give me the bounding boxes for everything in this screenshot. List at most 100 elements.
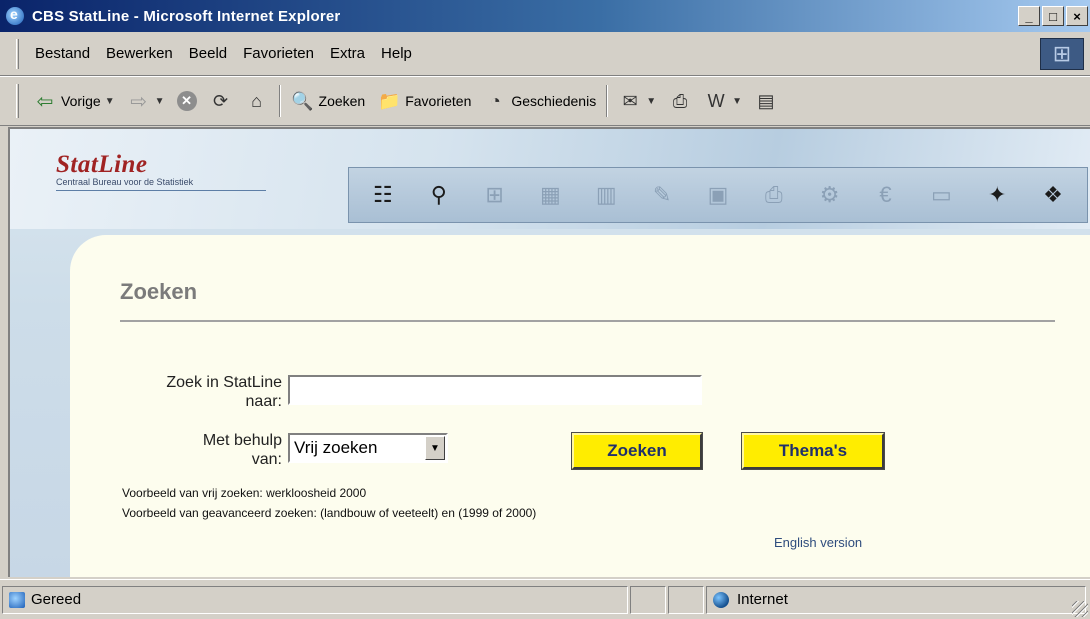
history-toolbar-button[interactable]: ◔ Geschiedenis — [477, 83, 602, 119]
zoeken-button[interactable]: Zoeken — [571, 432, 703, 470]
status-cell-empty-2 — [668, 585, 704, 614]
back-dropdown-icon[interactable]: ▼ — [105, 96, 115, 107]
menu-bewerken[interactable]: Bewerken — [98, 45, 181, 62]
back-button[interactable]: ⇦ Vorige ▼ — [27, 83, 121, 119]
history-icon: ◔ — [489, 90, 501, 111]
search-icon: 🔍 — [291, 90, 314, 111]
search-method-select[interactable]: Vrij zoeken ▼ — [288, 433, 448, 463]
stop-button[interactable]: ✕ — [171, 83, 203, 119]
menu-help[interactable]: Help — [373, 45, 420, 62]
menu-bar: Bestand Bewerken Beeld Favorieten Extra … — [0, 32, 1090, 76]
currency-icon[interactable]: € — [869, 178, 903, 212]
status-text: Gereed — [31, 591, 82, 608]
stop-icon: ✕ — [176, 91, 197, 111]
menu-extra[interactable]: Extra — [322, 45, 373, 62]
toolbar-separator-2 — [606, 85, 609, 117]
word-icon: W — [707, 90, 725, 111]
map-icon[interactable]: ✎ — [645, 178, 679, 212]
search-label: Zoek in StatLine naar: — [122, 373, 282, 411]
search-toolbar-button[interactable]: 🔍 Zoeken — [285, 83, 372, 119]
toolbar-separator — [278, 85, 281, 117]
properties-icon[interactable]: ⚙ — [813, 178, 847, 212]
edit-word-button[interactable]: W ▼ — [698, 83, 748, 119]
security-zone-cell: Internet — [706, 585, 1086, 614]
english-version-link[interactable]: English version — [774, 535, 862, 550]
search-label-line1: Zoek in StatLine — [166, 374, 282, 391]
search-input[interactable] — [288, 375, 702, 405]
method-label: Met behulp van: — [122, 431, 282, 469]
mail-button[interactable]: ✉ ▼ — [612, 83, 662, 119]
edit-dropdown-icon[interactable]: ▼ — [732, 96, 742, 107]
refresh-button[interactable]: ⟳ — [203, 83, 239, 119]
table-of-contents-icon[interactable]: ☷ — [366, 178, 400, 212]
forward-dropdown-icon[interactable]: ▼ — [155, 96, 165, 107]
save-icon[interactable]: ▣ — [701, 178, 735, 212]
menu-beeld[interactable]: Beeld — [181, 45, 235, 62]
search-toolbar-label: Zoeken — [318, 93, 366, 109]
statline-brand: StatLine — [56, 151, 148, 178]
favorites-toolbar-label: Favorieten — [405, 93, 472, 109]
window-title-bar[interactable]: CBS StatLine - Microsoft Internet Explor… — [0, 0, 1090, 32]
ie-throbber-logo-icon: ⊞ — [1040, 38, 1084, 70]
print-button[interactable]: ⎙ — [662, 83, 698, 119]
mail-icon: ✉ — [622, 90, 638, 111]
page-status-icon — [9, 591, 25, 608]
logo-underline — [56, 190, 266, 191]
mail-dropdown-icon[interactable]: ▼ — [646, 96, 656, 107]
web-content: StatLine Centraal Bureau voor de Statist… — [8, 127, 1090, 577]
search-label-line2: naar: — [245, 393, 282, 410]
method-label-line2: van: — [251, 451, 282, 468]
maximize-button[interactable]: □ — [1042, 6, 1064, 26]
home-button[interactable]: ⌂ — [239, 83, 275, 119]
title-divider — [120, 320, 1055, 322]
navigation-toolbar: ⇦ Vorige ▼ ⇨ ▼ ✕ ⟳ ⌂ 🔍 Zoeken 📁 Favoriet… — [0, 76, 1090, 126]
favorites-folder-icon: 📁 — [378, 90, 401, 111]
example-free-search: Voorbeeld van vrij zoeken: werkloosheid … — [122, 486, 367, 500]
zone-label: Internet — [737, 591, 788, 608]
folder-icon[interactable]: ▭ — [924, 178, 958, 212]
menu-favorieten[interactable]: Favorieten — [235, 45, 322, 62]
menu-grip[interactable] — [16, 38, 19, 69]
globe-icon — [713, 591, 729, 608]
statline-icon-bar: ☷ ⚲ ⊞ ▦ ▥ ✎ ▣ ⎙ ⚙ € ▭ ✦ ❖ — [348, 167, 1088, 223]
discuss-button[interactable]: ▤ — [748, 83, 784, 119]
printer-icon: ⎙ — [672, 90, 688, 111]
tree-selection-icon[interactable]: ⊞ — [478, 178, 512, 212]
refresh-icon: ⟳ — [212, 90, 229, 111]
status-cell-empty-1 — [630, 585, 666, 614]
status-bar: Gereed Internet — [0, 579, 1090, 619]
table-view-icon[interactable]: ▦ — [533, 178, 567, 212]
ie-app-icon — [6, 6, 24, 25]
back-arrow-icon: ⇦ — [36, 90, 54, 113]
print-icon[interactable]: ⎙ — [757, 178, 791, 212]
help-book-icon[interactable]: ❖ — [1036, 178, 1070, 212]
tools-icon[interactable]: ✦ — [980, 178, 1014, 212]
search-method-value: Vrij zoeken — [294, 438, 378, 457]
back-label: Vorige — [61, 93, 101, 109]
forward-arrow-icon: ⇨ — [130, 90, 147, 113]
search-panel: Zoeken Zoek in StatLine naar: Met behulp… — [70, 235, 1090, 577]
window-controls: _ □ × — [1018, 6, 1088, 26]
statline-banner: StatLine Centraal Bureau voor de Statist… — [10, 129, 1090, 229]
statline-logo[interactable]: StatLine Centraal Bureau voor de Statist… — [56, 151, 266, 191]
minimize-button[interactable]: _ — [1018, 6, 1040, 26]
menu-bestand[interactable]: Bestand — [27, 45, 98, 62]
status-text-cell: Gereed — [2, 585, 628, 614]
example-advanced-search: Voorbeeld van geavanceerd zoeken: (landb… — [122, 506, 537, 520]
method-label-line1: Met behulp — [202, 432, 282, 449]
favorites-toolbar-button[interactable]: 📁 Favorieten — [371, 83, 477, 119]
statline-subtitle: Centraal Bureau voor de Statistiek — [56, 177, 194, 187]
chart-view-icon[interactable]: ▥ — [589, 178, 623, 212]
history-toolbar-label: Geschiedenis — [511, 93, 597, 109]
themas-button[interactable]: Thema's — [741, 432, 885, 470]
document-icon: ▤ — [757, 90, 775, 111]
home-icon: ⌂ — [251, 90, 262, 111]
chevron-down-icon[interactable]: ▼ — [425, 436, 445, 460]
close-button[interactable]: × — [1066, 6, 1088, 26]
page-title: Zoeken — [120, 279, 198, 304]
window-title: CBS StatLine - Microsoft Internet Explor… — [32, 7, 341, 25]
forward-button[interactable]: ⇨ ▼ — [121, 83, 171, 119]
binoculars-search-icon[interactable]: ⚲ — [422, 178, 456, 212]
resize-grip-icon[interactable] — [1072, 601, 1088, 617]
toolbar-grip[interactable] — [16, 84, 19, 118]
